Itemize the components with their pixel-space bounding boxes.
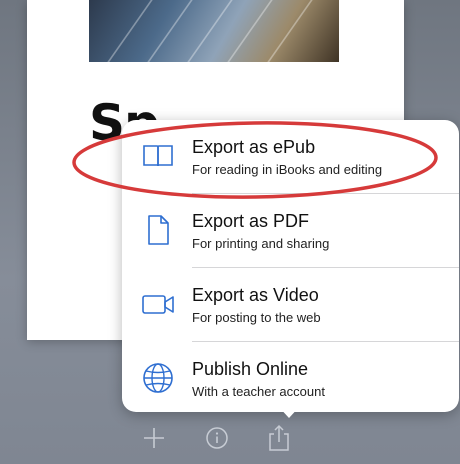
publish-online-subtitle: With a teacher account <box>192 384 325 399</box>
export-video-title: Export as Video <box>192 285 319 305</box>
export-pdf-title: Export as PDF <box>192 211 310 231</box>
export-pdf-item[interactable]: Export as PDF For printing and sharing <box>122 194 459 267</box>
info-icon <box>206 427 228 449</box>
share-icon <box>269 424 289 451</box>
book-photo <box>89 0 339 62</box>
popover-arrow <box>277 405 301 418</box>
video-camera-icon <box>142 295 174 314</box>
publish-online-title: Publish Online <box>192 359 309 379</box>
add-button[interactable] <box>140 424 168 452</box>
globe-icon <box>143 363 173 393</box>
info-button[interactable] <box>203 424 231 452</box>
document-icon <box>148 215 169 245</box>
export-video-subtitle: For posting to the web <box>192 310 321 325</box>
export-epub-title: Export as ePub <box>192 137 316 157</box>
export-video-item[interactable]: Export as Video For posting to the web <box>122 268 459 341</box>
export-epub-subtitle: For reading in iBooks and editing <box>192 162 383 177</box>
export-pdf-subtitle: For printing and sharing <box>192 236 330 251</box>
book-icon <box>143 145 173 167</box>
plus-icon <box>144 428 164 448</box>
export-popover: Export as ePub For reading in iBooks and… <box>122 120 459 412</box>
export-epub-item[interactable]: Export as ePub For reading in iBooks and… <box>122 120 459 193</box>
share-button[interactable] <box>265 424 293 452</box>
